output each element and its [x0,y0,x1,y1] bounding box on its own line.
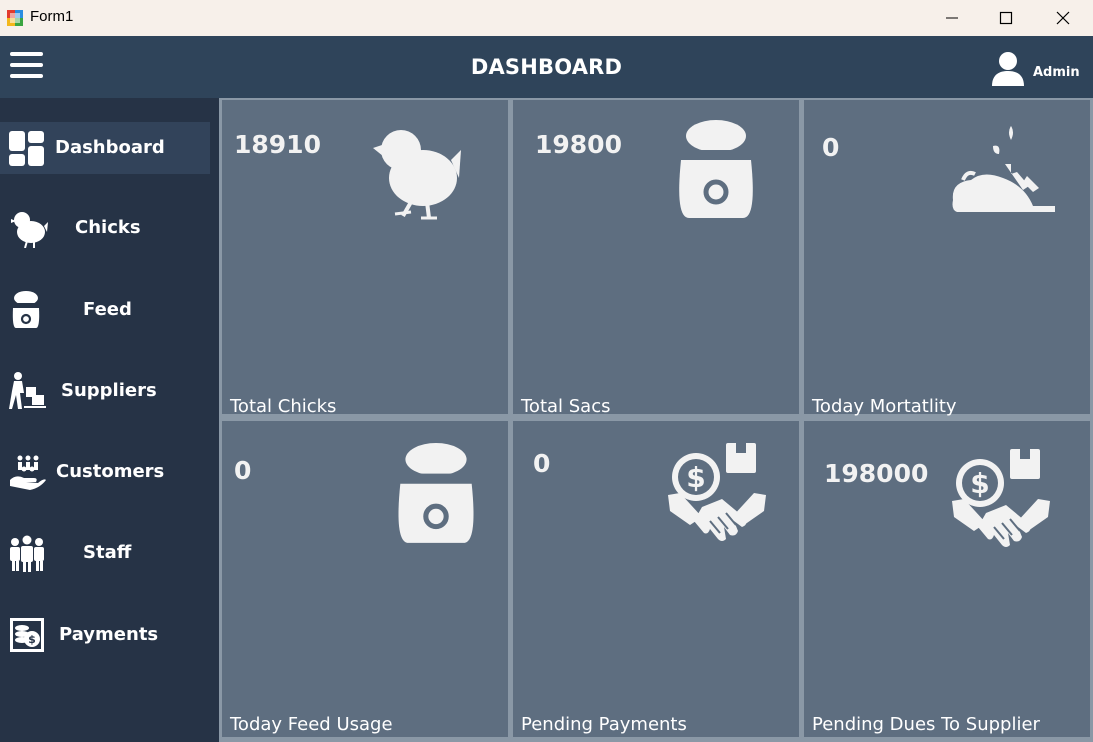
card-label: Today Feed Usage [230,714,393,735]
close-button[interactable] [1040,0,1086,36]
chick-icon [11,212,48,248]
feed-sack-icon [679,120,753,218]
card-value: 19800 [535,130,622,159]
user-name-label[interactable]: Admin [1033,65,1080,80]
minimize-icon [946,17,958,19]
card-label: Pending Dues To Supplier [812,714,1040,735]
feed-sack-icon [12,291,40,328]
card-today-mortality[interactable]: 0 Today Mortatlity [804,100,1090,417]
sidebar-item-feed[interactable]: Feed [0,284,210,336]
sidebar-item-label: Feed [83,299,132,320]
sidebar-item-label: Staff [83,542,132,563]
sidebar-item-payments[interactable]: $ Payments [0,609,210,661]
sidebar-item-label: Payments [59,624,159,645]
sidebar-item-chicks[interactable]: Chicks [0,202,210,254]
card-value: 0 [533,449,551,478]
dead-bird-icon [952,126,1055,212]
card-label: Total Sacs [521,396,611,417]
card-value: 0 [822,133,840,162]
card-total-sacs[interactable]: 19800 Total Sacs [513,100,799,417]
svg-text:$: $ [970,467,989,500]
handshake-money-icon: $ [668,443,766,541]
chick-icon [373,130,461,220]
window-titlebar: Form1 [0,0,1093,36]
sidebar-item-label: Dashboard [55,137,165,158]
app-header: DASHBOARD Admin [0,36,1093,98]
sidebar-item-staff[interactable]: Staff [0,527,210,579]
maximize-icon [999,11,1013,25]
coins-payment-icon: $ [10,618,44,652]
card-today-feed-usage[interactable]: 0 Today Feed Usage [222,421,508,737]
dashboard-grid-icon [9,131,44,166]
user-avatar-icon[interactable] [990,50,1026,86]
card-value: 18910 [234,130,321,159]
card-value: 198000 [824,459,929,488]
card-label: Pending Payments [521,714,687,735]
handshake-money-icon: $ [952,449,1050,547]
sidebar-item-customers[interactable]: Customers [0,446,210,498]
window-title: Form1 [30,8,74,25]
card-value: 0 [234,456,252,485]
card-label: Total Chicks [230,396,337,417]
sidebar-item-label: Chicks [75,217,141,238]
sidebar: Dashboard Chicks Feed Suppliers Customer… [0,98,219,742]
customers-hand-icon [10,455,46,490]
maximize-button[interactable] [983,0,1029,36]
card-label: Today Mortatlity [812,396,957,417]
card-total-chicks[interactable]: 18910 Total Chicks [222,100,508,417]
app-icon [7,10,23,26]
svg-text:$: $ [686,461,705,494]
minimize-button[interactable] [929,0,975,36]
supplier-cart-icon [9,372,46,409]
sidebar-item-label: Customers [56,461,165,482]
svg-text:$: $ [28,633,36,646]
card-pending-dues-supplier[interactable]: 198000 $ Pending Dues To Supplier [804,421,1090,737]
sidebar-item-label: Suppliers [61,380,157,401]
page-title: DASHBOARD [470,55,623,79]
close-icon [1056,11,1070,25]
feed-sack-icon [398,443,474,543]
card-pending-payments[interactable]: 0 $ Pending Payments [513,421,799,737]
sidebar-item-dashboard[interactable]: Dashboard [0,122,210,174]
sidebar-item-suppliers[interactable]: Suppliers [0,365,210,417]
dashboard-grid: 18910 Total Chicks 19800 Total Sacs 0 To… [219,98,1093,742]
staff-group-icon [10,535,44,572]
